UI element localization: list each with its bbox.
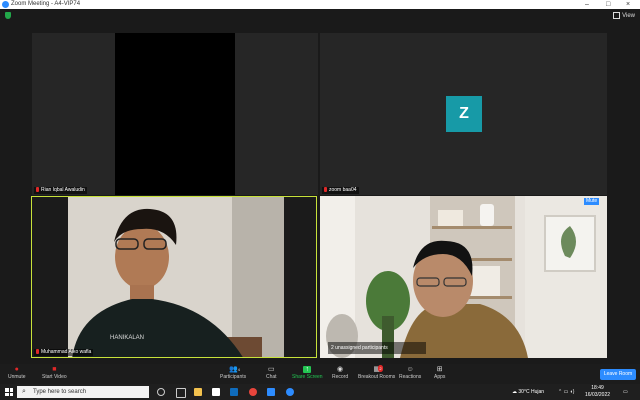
- chat-icon: ▭: [267, 366, 275, 373]
- breakout-rooms-label: Breakout Rooms: [358, 374, 396, 380]
- system-tray-icons[interactable]: ⌃ ▭ ◖): [558, 384, 574, 400]
- participants-count: 4: [237, 367, 241, 372]
- minimize-button[interactable]: –: [585, 0, 589, 9]
- search-placeholder: Type here to search: [33, 389, 87, 395]
- close-button[interactable]: ×: [626, 0, 630, 9]
- taskbar-clock[interactable]: 18:49 16/03/2022: [585, 385, 610, 399]
- microphone-muted-icon: ●: [14, 366, 19, 373]
- breakout-badge: 2: [378, 365, 383, 372]
- mail-icon[interactable]: [230, 388, 238, 396]
- participant-name-tag: Muhammad Aiko wafla: [34, 349, 94, 356]
- muted-mic-icon: [324, 187, 327, 193]
- participant-avatar: Z: [446, 96, 482, 132]
- zoom-taskbar-icon[interactable]: [267, 388, 275, 396]
- unmute-label: Unmute: [8, 374, 26, 380]
- windows-start-icon[interactable]: [5, 388, 13, 396]
- webcam-video-feed: HANIKALAN: [32, 197, 316, 357]
- weather-text: 30°C Hujan: [518, 389, 545, 395]
- record-button[interactable]: ◉ Record: [332, 366, 348, 380]
- apps-button[interactable]: ⊞ Apps: [434, 366, 445, 380]
- window-titlebar: Zoom Meeting - A4-VIP74 – □ ×: [0, 0, 640, 9]
- cortana-icon[interactable]: [157, 388, 165, 396]
- chat-button[interactable]: ▭ Chat: [266, 366, 277, 380]
- reactions-icon: ☺: [406, 366, 414, 373]
- chrome-icon[interactable]: [249, 388, 257, 396]
- participant-name: zoom baa04: [329, 187, 357, 193]
- apps-label: Apps: [434, 374, 446, 380]
- meeting-topbar: View: [0, 9, 640, 23]
- participant-name-tag: zoom baa04: [322, 187, 359, 194]
- start-video-button[interactable]: ■ Start Video: [42, 366, 67, 380]
- file-explorer-icon[interactable]: [194, 388, 202, 396]
- share-screen-label: Share Screen: [292, 374, 323, 380]
- security-shield-icon[interactable]: [5, 12, 11, 19]
- room-video-feed: [320, 196, 607, 358]
- muted-mic-icon: [36, 187, 39, 193]
- share-screen-icon: ↑: [303, 366, 312, 373]
- video-tile-muhammad[interactable]: HANIKALAN Muhammad Aiko wafla: [31, 196, 317, 358]
- muted-mic-icon: [36, 349, 39, 355]
- notification-icon[interactable]: ▭: [623, 384, 628, 400]
- share-screen-button[interactable]: ↑ Share Screen: [292, 366, 323, 380]
- participant-name: Rian Iqbal Awaludin: [41, 187, 85, 193]
- chat-label: Chat: [266, 374, 277, 380]
- video-feed-black: [115, 33, 235, 195]
- view-label: View: [622, 13, 635, 20]
- mute-participant-button[interactable]: Mute: [584, 198, 600, 205]
- record-icon: ◉: [337, 366, 344, 373]
- taskbar-search-box[interactable]: ⌕ Type here to search: [17, 386, 149, 398]
- zoom-logo-icon: [2, 1, 9, 8]
- search-icon: ⌕: [22, 388, 26, 395]
- breakout-rooms-button[interactable]: ▦ 2 Breakout Rooms: [358, 365, 396, 380]
- windows-taskbar: ⌕ Type here to search ☁ 30°C Hujan ⌃ ▭ ◖…: [0, 384, 640, 400]
- clock-date: 16/03/2022: [585, 392, 611, 398]
- weather-widget[interactable]: ☁ 30°C Hujan: [512, 384, 544, 400]
- svg-text:HANIKALAN: HANIKALAN: [110, 335, 144, 341]
- reactions-button[interactable]: ☺ Reactions: [399, 366, 421, 380]
- meeting-toolbar: ● Unmute ■ Start Video 👥4 Participants ▭ Cha…: [0, 364, 640, 384]
- participant-name: Muhammad Aiko wafla: [41, 349, 92, 355]
- start-video-label: Start Video: [42, 374, 67, 380]
- view-button[interactable]: View: [613, 12, 635, 19]
- breakout-rooms-icon: ▦ 2: [373, 365, 383, 373]
- participant-name-tag: Rian Iqbal Awaludin: [34, 187, 87, 194]
- clock-time: 18:49: [591, 385, 604, 391]
- participants-button[interactable]: 👥4 Participants: [220, 366, 246, 380]
- leave-room-button[interactable]: Leave Room: [600, 369, 636, 380]
- task-view-icon[interactable]: [176, 388, 186, 398]
- grid-icon: [613, 12, 621, 19]
- maximize-button[interactable]: □: [606, 0, 610, 9]
- zoom-meeting-taskbar-icon[interactable]: [286, 388, 294, 396]
- video-off-icon: ■: [52, 366, 57, 373]
- window-title: Zoom Meeting - A4-VIP74: [11, 1, 81, 7]
- apps-icon: ⊞: [436, 366, 443, 373]
- video-tile-room-camera[interactable]: [320, 196, 607, 358]
- store-icon[interactable]: [212, 388, 220, 396]
- reactions-label: Reactions: [399, 374, 422, 380]
- unassigned-participants-banner: 2 unassigned participants: [328, 342, 426, 354]
- participants-label: Participants: [220, 374, 247, 380]
- record-label: Record: [332, 374, 349, 380]
- video-tile-rian[interactable]: Rian Iqbal Awaludin: [32, 33, 318, 195]
- unmute-button[interactable]: ● Unmute: [8, 366, 26, 380]
- participants-icon: 👥4: [229, 366, 241, 373]
